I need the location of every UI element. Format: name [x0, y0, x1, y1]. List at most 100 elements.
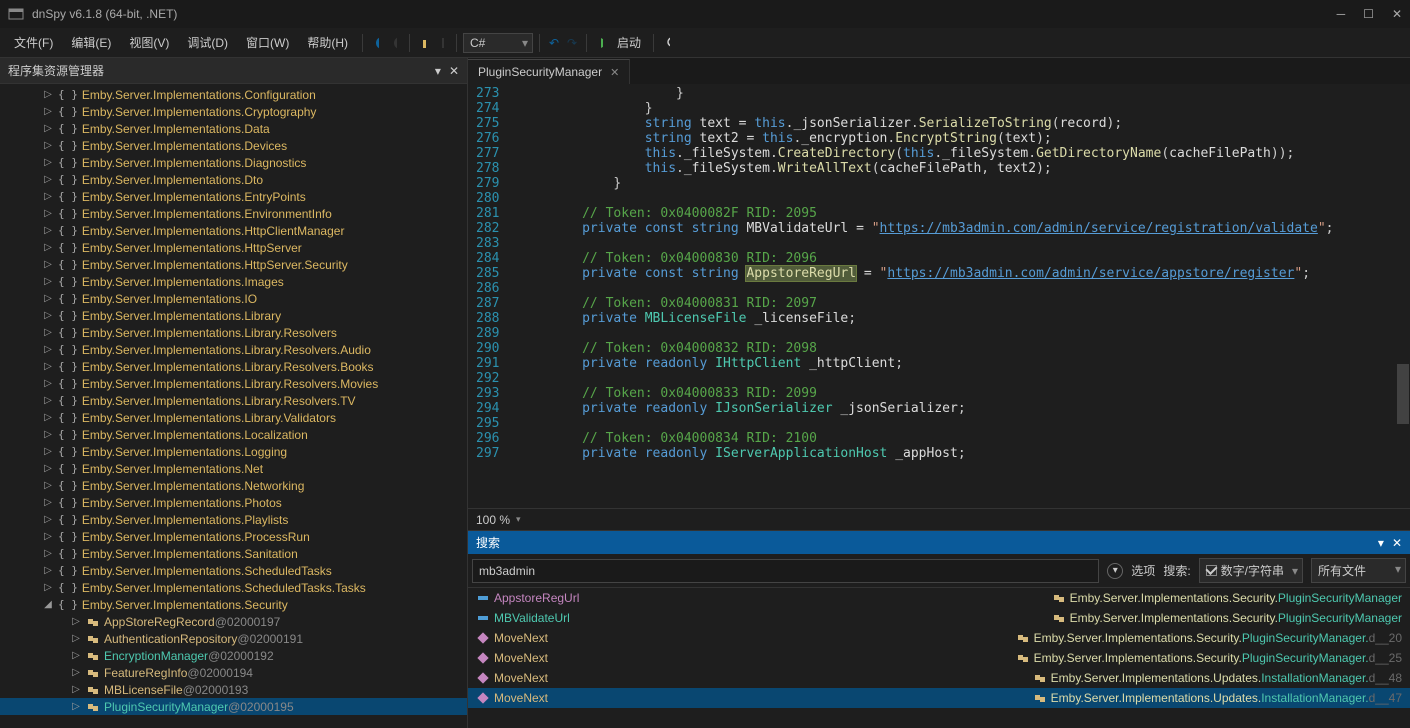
tree-item[interactable]: ▷{ }Emby.Server.Implementations.Localiza…	[0, 426, 467, 443]
tree-item[interactable]: ▷{ }Emby.Server.Implementations.Sanitati…	[0, 545, 467, 562]
tree-item[interactable]: ▷{ }Emby.Server.Implementations.IO	[0, 290, 467, 307]
search-toolbar: ▾ 选项 搜索: 数字/字符串 所有文件	[468, 554, 1410, 588]
tree-item[interactable]: ▷{ }Emby.Server.Implementations.Net	[0, 460, 467, 477]
menu-edit[interactable]: 编辑(E)	[63, 31, 119, 54]
search-type-checkbox[interactable]	[1206, 565, 1217, 576]
namespace-icon: { }	[58, 479, 78, 492]
tree-item[interactable]: ▷{ }Emby.Server.Implementations.Data	[0, 120, 467, 137]
tree-item[interactable]: ▷{ }Emby.Server.Implementations.Logging	[0, 443, 467, 460]
menu-debug[interactable]: 调试(D)	[179, 31, 236, 54]
tree-item[interactable]: ▷{ }Emby.Server.Implementations.Library	[0, 307, 467, 324]
search-panel-close-icon[interactable]: ✕	[1392, 536, 1402, 550]
open-button[interactable]	[416, 35, 432, 51]
namespace-icon: { }	[58, 598, 78, 611]
tree-item[interactable]: ▷{ }Emby.Server.Implementations.Images	[0, 273, 467, 290]
tree-item[interactable]: ▷{ }Emby.Server.Implementations.Networki…	[0, 477, 467, 494]
tree-item[interactable]: ▷{ }Emby.Server.Implementations.Cryptogr…	[0, 103, 467, 120]
search-button[interactable]	[660, 35, 676, 51]
vscrollbar[interactable]	[1396, 84, 1410, 508]
close-button[interactable]: ✕	[1392, 7, 1402, 21]
tree-item[interactable]: ▷{ }Emby.Server.Implementations.Dto	[0, 171, 467, 188]
close-tab-icon[interactable]: ✕	[610, 66, 619, 79]
namespace-icon: { }	[58, 462, 78, 475]
back-button[interactable]	[369, 35, 385, 51]
namespace-icon: { }	[58, 207, 78, 220]
tree-item[interactable]: ▷{ }Emby.Server.Implementations.Library.…	[0, 409, 467, 426]
undo-button[interactable]: ↶	[546, 35, 562, 51]
class-icon	[86, 632, 100, 646]
tree-item[interactable]: ▷EncryptionManager @02000192	[0, 647, 467, 664]
redo-button[interactable]: ↷	[564, 35, 580, 51]
start-label[interactable]: 启动	[611, 34, 647, 51]
search-type-combo[interactable]: 数字/字符串	[1199, 558, 1303, 583]
code-editor[interactable]: 2732742752762772782792802812822832842852…	[468, 84, 1410, 508]
tree-item[interactable]: ▷MBLicenseFile @02000193	[0, 681, 467, 698]
search-result-row[interactable]: MoveNext Emby.Server.Implementations.Sec…	[468, 648, 1410, 668]
namespace-icon: { }	[58, 275, 78, 288]
tree-item[interactable]: ▷{ }Emby.Server.Implementations.Library.…	[0, 375, 467, 392]
search-result-row[interactable]: MBValidateUrl Emby.Server.Implementation…	[468, 608, 1410, 628]
namespace-icon: { }	[58, 564, 78, 577]
zoom-dropdown-icon[interactable]: ▾	[516, 514, 521, 525]
search-results[interactable]: AppstoreRegUrl Emby.Server.Implementatio…	[468, 588, 1410, 728]
tree[interactable]: ▷{ }Emby.Server.Implementations.Configur…	[0, 84, 467, 728]
maximize-button[interactable]: ☐	[1363, 7, 1374, 21]
tree-item[interactable]: ▷{ }Emby.Server.Implementations.HttpClie…	[0, 222, 467, 239]
tree-item[interactable]: ▷{ }Emby.Server.Implementations.HttpServ…	[0, 256, 467, 273]
sidebar-close-icon[interactable]: ✕	[449, 64, 459, 78]
tab-pluginsecuritymanager[interactable]: PluginSecurityManager ✕	[468, 59, 630, 84]
search-dropdown-icon[interactable]: ▾	[1107, 563, 1123, 579]
minimize-button[interactable]: ─	[1337, 7, 1346, 21]
namespace-icon: { }	[58, 326, 78, 339]
tree-item[interactable]: ▷AuthenticationRepository @02000191	[0, 630, 467, 647]
namespace-icon: { }	[58, 241, 78, 254]
tree-item[interactable]: ▷{ }Emby.Server.Implementations.Library.…	[0, 358, 467, 375]
search-result-row[interactable]: AppstoreRegUrl Emby.Server.Implementatio…	[468, 588, 1410, 608]
language-combo[interactable]: C#	[463, 33, 533, 53]
tree-item[interactable]: ▷{ }Emby.Server.Implementations.EntryPoi…	[0, 188, 467, 205]
tree-item[interactable]: ▷FeatureRegInfo @02000194	[0, 664, 467, 681]
search-input[interactable]	[472, 559, 1099, 583]
sidebar-dropdown-icon[interactable]: ▾	[435, 64, 441, 78]
tree-item[interactable]: ▷{ }Emby.Server.Implementations.Schedule…	[0, 562, 467, 579]
tree-item[interactable]: ▷{ }Emby.Server.Implementations.Playlist…	[0, 511, 467, 528]
class-icon	[86, 666, 100, 680]
tree-item[interactable]: ▷{ }Emby.Server.Implementations.Library.…	[0, 341, 467, 358]
menu-help[interactable]: 帮助(H)	[299, 31, 356, 54]
search-result-row[interactable]: MoveNext Emby.Server.Implementations.Sec…	[468, 628, 1410, 648]
namespace-icon: { }	[58, 258, 78, 271]
tree-item[interactable]: ▷{ }Emby.Server.Implementations.Diagnost…	[0, 154, 467, 171]
tree-item[interactable]: ▷{ }Emby.Server.Implementations.HttpServ…	[0, 239, 467, 256]
search-result-row[interactable]: MoveNext Emby.Server.Implementations.Upd…	[468, 688, 1410, 708]
method-icon	[476, 691, 490, 705]
tree-item[interactable]: ▷{ }Emby.Server.Implementations.Environm…	[0, 205, 467, 222]
namespace-icon: { }	[58, 411, 78, 424]
namespace-icon: { }	[58, 190, 78, 203]
tree-item[interactable]: ▷AppStoreRegRecord @02000197	[0, 613, 467, 630]
menu-file[interactable]: 文件(F)	[6, 31, 61, 54]
search-scope-combo[interactable]: 所有文件	[1311, 558, 1406, 583]
tree-item[interactable]: ▷PluginSecurityManager @02000195	[0, 698, 467, 715]
tree-item[interactable]: ◢{ }Emby.Server.Implementations.Security	[0, 596, 467, 613]
tree-item[interactable]: ▷{ }Emby.Server.Implementations.Photos	[0, 494, 467, 511]
namespace-icon: { }	[58, 581, 78, 594]
search-panel-dropdown-icon[interactable]: ▾	[1378, 536, 1384, 550]
options-label[interactable]: 选项	[1131, 562, 1155, 579]
tree-item[interactable]: ▷{ }Emby.Server.Implementations.Library.…	[0, 324, 467, 341]
tree-item[interactable]: ▷{ }Emby.Server.Implementations.Library.…	[0, 392, 467, 409]
app-icon	[8, 6, 24, 22]
sidebar-header: 程序集资源管理器 ▾ ✕	[0, 58, 467, 84]
search-result-row[interactable]: MoveNext Emby.Server.Implementations.Upd…	[468, 668, 1410, 688]
tree-item[interactable]: ▷{ }Emby.Server.Implementations.Configur…	[0, 86, 467, 103]
menu-window[interactable]: 窗口(W)	[238, 31, 297, 54]
tree-item[interactable]: ▷{ }Emby.Server.Implementations.Devices	[0, 137, 467, 154]
start-button[interactable]	[593, 35, 609, 51]
menu-view[interactable]: 视图(V)	[121, 31, 177, 54]
forward-button[interactable]	[387, 35, 403, 51]
save-button[interactable]	[434, 35, 450, 51]
code[interactable]: } } string text = this._jsonSerializer.S…	[511, 84, 1396, 508]
tree-item[interactable]: ▷{ }Emby.Server.Implementations.Schedule…	[0, 579, 467, 596]
method-icon	[476, 671, 490, 685]
zoom-level[interactable]: 100 %	[476, 513, 510, 527]
tree-item[interactable]: ▷{ }Emby.Server.Implementations.ProcessR…	[0, 528, 467, 545]
